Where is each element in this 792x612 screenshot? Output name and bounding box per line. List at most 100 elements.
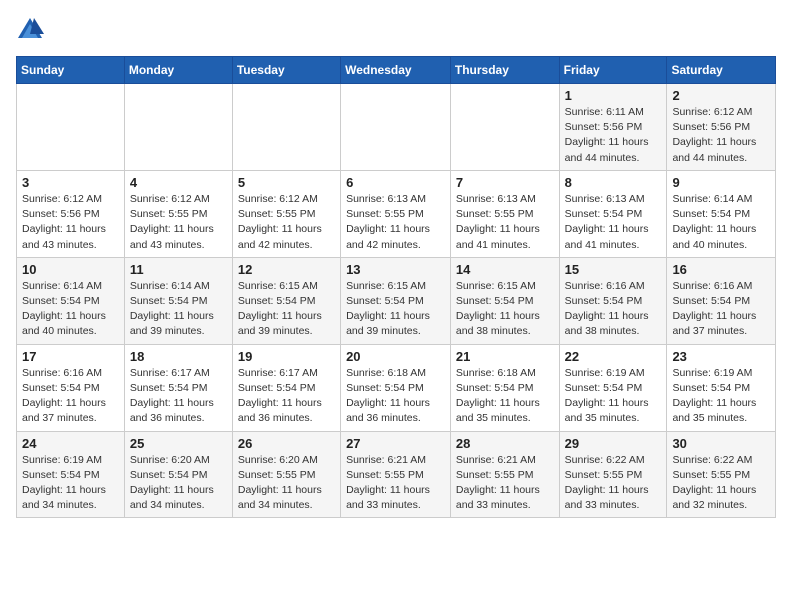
day-number: 16 <box>672 262 770 277</box>
day-number: 22 <box>565 349 662 364</box>
day-info: Sunrise: 6:18 AM Sunset: 5:54 PM Dayligh… <box>456 366 554 427</box>
calendar-cell: 14 Sunrise: 6:15 AM Sunset: 5:54 PM Dayli… <box>450 257 559 344</box>
day-info: Sunrise: 6:17 AM Sunset: 5:54 PM Dayligh… <box>238 366 335 427</box>
day-info: Sunrise: 6:14 AM Sunset: 5:54 PM Dayligh… <box>130 279 227 340</box>
calendar-cell: 1Sunrise: 6:11 AM Sunset: 5:56 PM Daylig… <box>559 84 667 171</box>
day-number: 12 <box>238 262 335 277</box>
day-info: Sunrise: 6:13 AM Sunset: 5:54 PM Dayligh… <box>565 192 662 253</box>
calendar-cell: 28 Sunrise: 6:21 AM Sunset: 5:55 PM Dayli… <box>450 431 559 518</box>
day-info: Sunrise: 6:14 AM Sunset: 5:54 PM Dayligh… <box>672 192 770 253</box>
day-number: 19 <box>238 349 335 364</box>
day-number: 7 <box>456 175 554 190</box>
calendar-week-row: 10 Sunrise: 6:14 AM Sunset: 5:54 PM Dayli… <box>17 257 776 344</box>
calendar-cell: 8 Sunrise: 6:13 AM Sunset: 5:54 PM Daylig… <box>559 170 667 257</box>
day-info: Sunrise: 6:19 AM Sunset: 5:54 PM Dayligh… <box>672 366 770 427</box>
day-info: Sunrise: 6:20 AM Sunset: 5:55 PM Dayligh… <box>238 453 335 514</box>
calendar-cell: 15Sunrise: 6:16 AM Sunset: 5:54 PM Dayli… <box>559 257 667 344</box>
weekday-header-tuesday: Tuesday <box>232 57 340 84</box>
day-info: Sunrise: 6:12 AM Sunset: 5:55 PM Dayligh… <box>238 192 335 253</box>
calendar-cell <box>232 84 340 171</box>
day-number: 5 <box>238 175 335 190</box>
calendar-cell: 12 Sunrise: 6:15 AM Sunset: 5:54 PM Dayli… <box>232 257 340 344</box>
day-number: 28 <box>456 436 554 451</box>
day-info: Sunrise: 6:13 AM Sunset: 5:55 PM Dayligh… <box>456 192 554 253</box>
day-number: 15 <box>565 262 662 277</box>
calendar-cell <box>124 84 232 171</box>
calendar-week-row: 17 Sunrise: 6:16 AM Sunset: 5:54 PM Dayli… <box>17 344 776 431</box>
day-number: 8 <box>565 175 662 190</box>
day-info: Sunrise: 6:16 AM Sunset: 5:54 PM Dayligh… <box>672 279 770 340</box>
calendar-week-row: 3 Sunrise: 6:12 AM Sunset: 5:56 PM Daylig… <box>17 170 776 257</box>
weekday-header-wednesday: Wednesday <box>341 57 451 84</box>
calendar-cell <box>341 84 451 171</box>
calendar-cell: 17 Sunrise: 6:16 AM Sunset: 5:54 PM Dayli… <box>17 344 125 431</box>
day-number: 10 <box>22 262 119 277</box>
day-info: Sunrise: 6:19 AM Sunset: 5:54 PM Dayligh… <box>22 453 119 514</box>
day-info: Sunrise: 6:19 AM Sunset: 5:54 PM Dayligh… <box>565 366 662 427</box>
calendar-cell: 19 Sunrise: 6:17 AM Sunset: 5:54 PM Dayli… <box>232 344 340 431</box>
day-number: 29 <box>565 436 662 451</box>
day-info: Sunrise: 6:20 AM Sunset: 5:54 PM Dayligh… <box>130 453 227 514</box>
day-number: 17 <box>22 349 119 364</box>
calendar-cell: 11 Sunrise: 6:14 AM Sunset: 5:54 PM Dayli… <box>124 257 232 344</box>
calendar-cell: 10Sunrise: 6:14 AM Sunset: 5:54 PM Dayli… <box>17 257 125 344</box>
day-number: 11 <box>130 262 227 277</box>
day-info: Sunrise: 6:18 AM Sunset: 5:54 PM Dayligh… <box>346 366 445 427</box>
calendar-cell: 22 Sunrise: 6:19 AM Sunset: 5:54 PM Dayli… <box>559 344 667 431</box>
day-info: Sunrise: 6:17 AM Sunset: 5:54 PM Dayligh… <box>130 366 227 427</box>
day-info: Sunrise: 6:21 AM Sunset: 5:55 PM Dayligh… <box>346 453 445 514</box>
calendar-cell: 26 Sunrise: 6:20 AM Sunset: 5:55 PM Dayli… <box>232 431 340 518</box>
day-info: Sunrise: 6:15 AM Sunset: 5:54 PM Dayligh… <box>456 279 554 340</box>
day-number: 9 <box>672 175 770 190</box>
day-number: 2 <box>672 88 770 103</box>
calendar-cell: 16 Sunrise: 6:16 AM Sunset: 5:54 PM Dayli… <box>667 257 776 344</box>
day-info: Sunrise: 6:12 AM Sunset: 5:56 PM Dayligh… <box>672 105 770 166</box>
logo-icon <box>16 16 44 44</box>
day-info: Sunrise: 6:12 AM Sunset: 5:56 PM Dayligh… <box>22 192 119 253</box>
day-number: 14 <box>456 262 554 277</box>
day-number: 3 <box>22 175 119 190</box>
calendar-cell: 13Sunrise: 6:15 AM Sunset: 5:54 PM Dayli… <box>341 257 451 344</box>
day-number: 4 <box>130 175 227 190</box>
day-info: Sunrise: 6:22 AM Sunset: 5:55 PM Dayligh… <box>565 453 662 514</box>
calendar-cell: 4Sunrise: 6:12 AM Sunset: 5:55 PM Daylig… <box>124 170 232 257</box>
weekday-header-monday: Monday <box>124 57 232 84</box>
calendar-cell: 9 Sunrise: 6:14 AM Sunset: 5:54 PM Daylig… <box>667 170 776 257</box>
calendar-cell <box>17 84 125 171</box>
weekday-header-sunday: Sunday <box>17 57 125 84</box>
calendar-cell: 7 Sunrise: 6:13 AM Sunset: 5:55 PM Daylig… <box>450 170 559 257</box>
calendar-cell: 24 Sunrise: 6:19 AM Sunset: 5:54 PM Dayli… <box>17 431 125 518</box>
day-info: Sunrise: 6:22 AM Sunset: 5:55 PM Dayligh… <box>672 453 770 514</box>
day-info: Sunrise: 6:13 AM Sunset: 5:55 PM Dayligh… <box>346 192 445 253</box>
calendar-header-row: SundayMondayTuesdayWednesdayThursdayFrid… <box>17 57 776 84</box>
calendar-cell: 18 Sunrise: 6:17 AM Sunset: 5:54 PM Dayli… <box>124 344 232 431</box>
weekday-header-friday: Friday <box>559 57 667 84</box>
calendar-week-row: 24 Sunrise: 6:19 AM Sunset: 5:54 PM Dayli… <box>17 431 776 518</box>
calendar-cell <box>450 84 559 171</box>
day-number: 26 <box>238 436 335 451</box>
day-info: Sunrise: 6:16 AM Sunset: 5:54 PM Dayligh… <box>22 366 119 427</box>
calendar-cell: 27Sunrise: 6:21 AM Sunset: 5:55 PM Dayli… <box>341 431 451 518</box>
weekday-header-thursday: Thursday <box>450 57 559 84</box>
day-number: 23 <box>672 349 770 364</box>
day-number: 24 <box>22 436 119 451</box>
calendar-cell: 23 Sunrise: 6:19 AM Sunset: 5:54 PM Dayli… <box>667 344 776 431</box>
calendar-cell: 29 Sunrise: 6:22 AM Sunset: 5:55 PM Dayli… <box>559 431 667 518</box>
day-number: 21 <box>456 349 554 364</box>
calendar-cell: 5 Sunrise: 6:12 AM Sunset: 5:55 PM Daylig… <box>232 170 340 257</box>
calendar-cell: 25 Sunrise: 6:20 AM Sunset: 5:54 PM Dayli… <box>124 431 232 518</box>
day-number: 20 <box>346 349 445 364</box>
calendar-cell: 21 Sunrise: 6:18 AM Sunset: 5:54 PM Dayli… <box>450 344 559 431</box>
day-info: Sunrise: 6:11 AM Sunset: 5:56 PM Dayligh… <box>565 105 662 166</box>
day-number: 13 <box>346 262 445 277</box>
calendar-cell: 3 Sunrise: 6:12 AM Sunset: 5:56 PM Daylig… <box>17 170 125 257</box>
calendar-week-row: 1Sunrise: 6:11 AM Sunset: 5:56 PM Daylig… <box>17 84 776 171</box>
day-info: Sunrise: 6:15 AM Sunset: 5:54 PM Dayligh… <box>238 279 335 340</box>
logo <box>16 16 48 44</box>
day-number: 30 <box>672 436 770 451</box>
calendar-cell: 30 Sunrise: 6:22 AM Sunset: 5:55 PM Dayli… <box>667 431 776 518</box>
day-info: Sunrise: 6:21 AM Sunset: 5:55 PM Dayligh… <box>456 453 554 514</box>
day-number: 18 <box>130 349 227 364</box>
calendar-table: SundayMondayTuesdayWednesdayThursdayFrid… <box>16 56 776 518</box>
day-number: 25 <box>130 436 227 451</box>
